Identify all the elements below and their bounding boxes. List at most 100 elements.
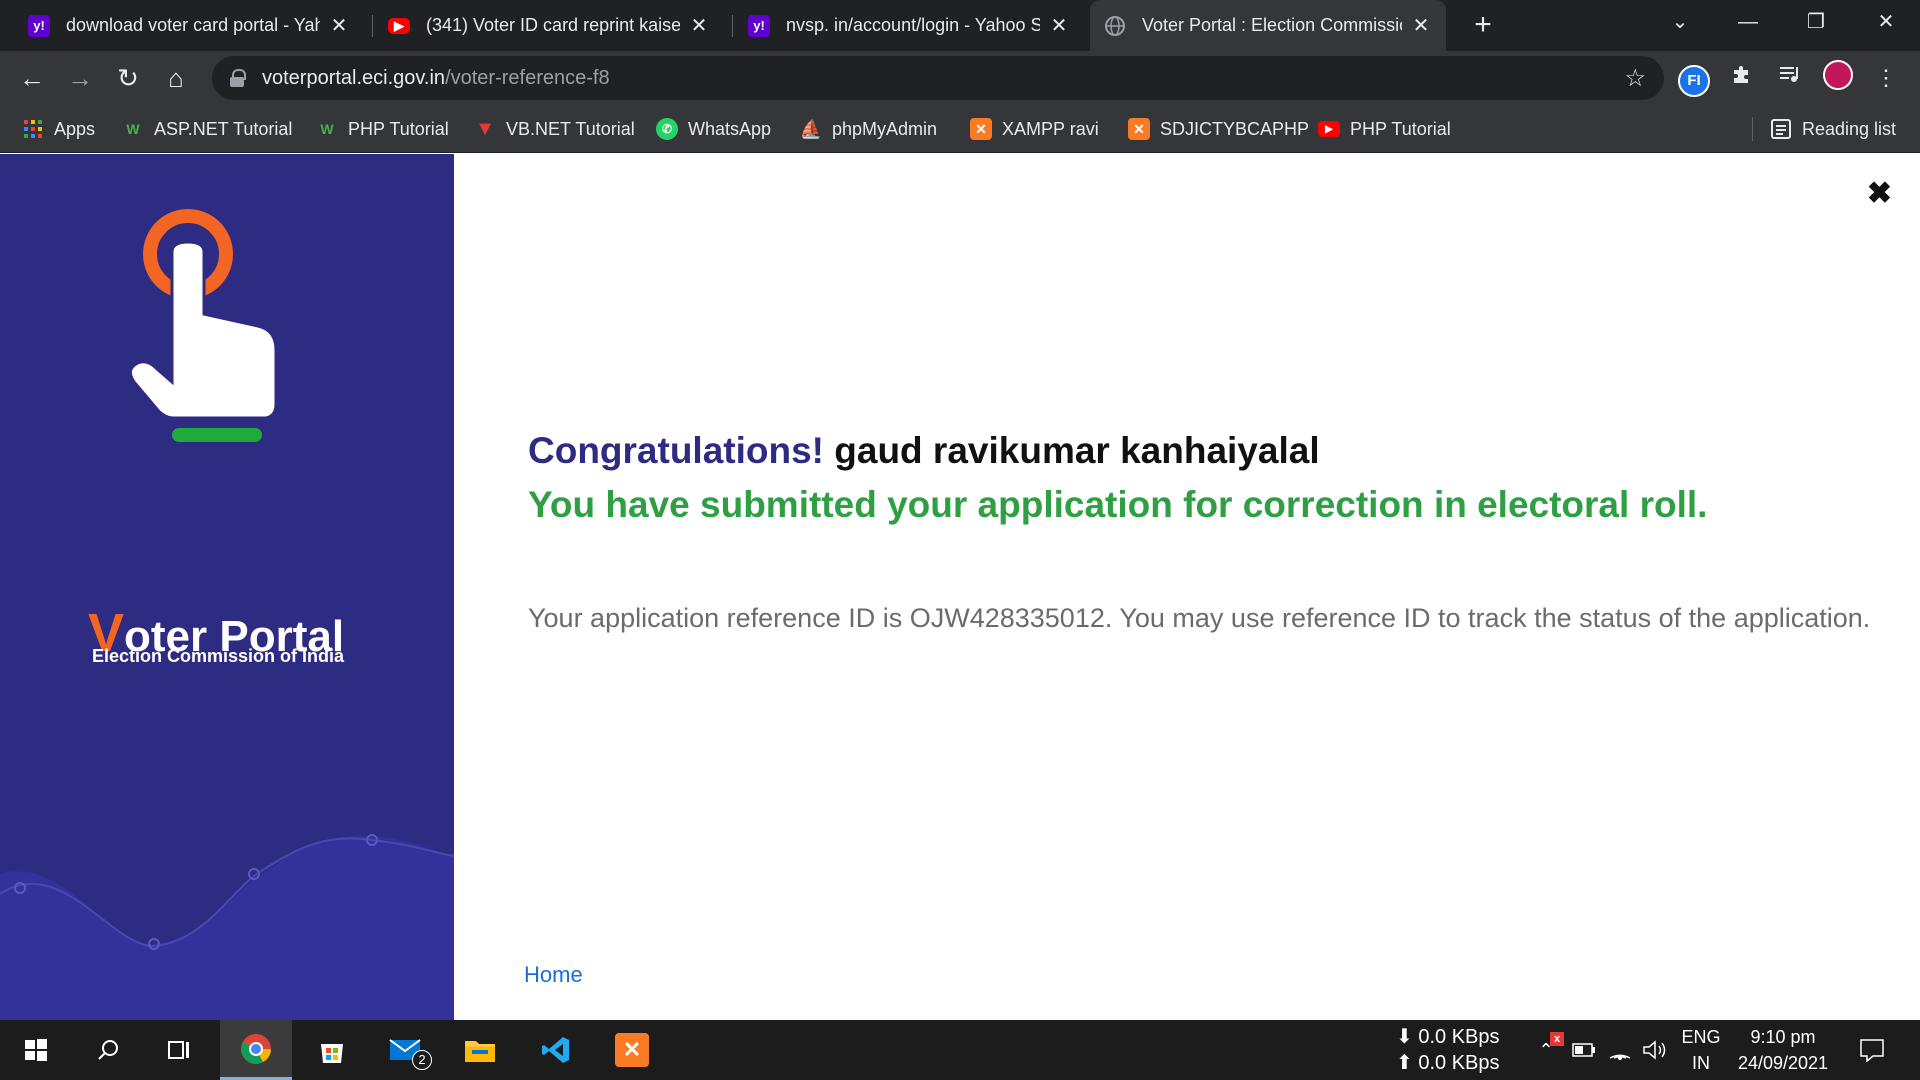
extensions-puzzle-icon[interactable]: [1724, 60, 1760, 96]
network-speed: ⬇ 0.0 KBps ⬆ 0.0 KBps: [1396, 1020, 1512, 1080]
phpmyadmin-icon: ⛵: [799, 118, 823, 139]
store-icon[interactable]: [296, 1020, 368, 1080]
bookmark-phpmyadmin[interactable]: ⛵ phpMyAdmin: [800, 105, 937, 153]
chrome-taskbar-icon[interactable]: [220, 1020, 292, 1080]
bookmark-apps[interactable]: Apps: [22, 105, 95, 153]
congrats-heading: Congratulations! gaud ravikumar kanhaiya…: [528, 430, 1320, 472]
reading-list-icon: [1770, 118, 1792, 140]
forward-arrow-icon[interactable]: →: [62, 60, 98, 96]
lock-icon[interactable]: [230, 69, 246, 87]
net-up-value: 0.0 KBps: [1418, 1052, 1500, 1074]
xampp-tray-alert-icon[interactable]: x: [1550, 1020, 1570, 1080]
profile-badge: FI: [1678, 65, 1710, 97]
search-icon[interactable]: [72, 1020, 144, 1080]
xampp-icon: ✕: [1128, 118, 1150, 140]
congrats-label: Congratulations!: [528, 430, 824, 471]
tab-nvsp-login[interactable]: y! nvsp. in/account/login - Yahoo Search…: [734, 0, 1084, 51]
restore-button[interactable]: ❐: [1786, 0, 1846, 44]
bookmark-label: SDJICTYBCAPHP: [1160, 118, 1310, 139]
browser-tab-strip: y! download voter card portal - Yahoo Se…: [0, 0, 1920, 51]
youtube-icon: ▶: [388, 17, 410, 34]
reload-icon[interactable]: ↻: [110, 60, 146, 96]
bookmark-label: PHP Tutorial: [1350, 118, 1451, 139]
vbnet-icon: ▼: [475, 117, 495, 140]
reading-list-label: Reading list: [1802, 118, 1897, 139]
bookmark-php-tutorial[interactable]: W PHP Tutorial: [316, 105, 448, 153]
logo-subtitle: Election Commission of India: [92, 646, 345, 666]
xampp-icon: ✕: [970, 118, 992, 140]
vscode-icon[interactable]: [520, 1020, 592, 1080]
tab-title: nvsp. in/account/login - Yahoo Search: [786, 15, 1040, 35]
bookmark-xampp-ravi[interactable]: ✕ XAMPP ravi: [970, 105, 1099, 153]
sidebar-artwork: [0, 209, 454, 1020]
close-icon[interactable]: ✖: [1867, 176, 1892, 211]
confirmation-panel: ✖ Congratulations! gaud ravikumar kanhai…: [454, 154, 1920, 1020]
tab-divider: [732, 15, 733, 37]
language-indicator[interactable]: ENG IN: [1678, 1020, 1724, 1080]
home-icon[interactable]: ⌂: [158, 60, 194, 96]
file-explorer-icon[interactable]: [444, 1020, 516, 1080]
bookmark-label: VB.NET Tutorial: [506, 118, 635, 139]
extension-fi-icon[interactable]: FI: [1676, 60, 1712, 97]
bookmark-php-tutorial-youtube[interactable]: ▶ PHP Tutorial: [1318, 105, 1451, 153]
lang-code: ENG: [1681, 1027, 1721, 1047]
profile-avatar-icon[interactable]: [1820, 60, 1856, 96]
tab-search-icon[interactable]: ⌄: [1650, 0, 1710, 44]
bookmark-star-icon[interactable]: ☆: [1624, 64, 1646, 93]
bookmark-label: WhatsApp: [688, 118, 772, 139]
volume-icon[interactable]: [1640, 1020, 1670, 1080]
globe-icon: [1104, 15, 1126, 37]
clock-time: 9:10 pm: [1750, 1027, 1816, 1047]
tab-title: download voter card portal - Yahoo Searc…: [66, 15, 320, 35]
home-link[interactable]: Home: [524, 962, 583, 988]
back-arrow-icon[interactable]: ←: [14, 60, 50, 96]
mail-icon[interactable]: 2: [370, 1020, 442, 1080]
close-window-button[interactable]: ✕: [1856, 0, 1916, 44]
close-tab-icon[interactable]: ✕: [1048, 13, 1070, 38]
reference-id-text: Your application reference ID is OJW4283…: [528, 603, 1871, 633]
tab-yahoo-search-voter-card[interactable]: y! download voter card portal - Yahoo Se…: [14, 0, 364, 51]
net-down-speed: ⬇ 0.0 KBps: [1396, 1026, 1500, 1048]
wifi-icon[interactable]: [1606, 1020, 1634, 1080]
minimize-button[interactable]: —: [1718, 0, 1778, 44]
submission-message: You have submitted your application for …: [528, 484, 1708, 525]
bookmark-aspnet-tutorial[interactable]: W ASP.NET Tutorial: [122, 105, 292, 153]
logo-green-bar: [172, 428, 262, 442]
tab-divider: [372, 15, 373, 37]
w3schools-icon: W: [126, 121, 140, 137]
task-view-icon[interactable]: [144, 1020, 216, 1080]
background-wave: [0, 835, 454, 1020]
close-tab-icon[interactable]: ✕: [1410, 13, 1432, 38]
tab-title: (341) Voter ID card reprint kaise kare: [426, 15, 680, 35]
xampp-taskbar-icon[interactable]: ✕: [596, 1020, 668, 1080]
bookmark-whatsapp[interactable]: ✆ WhatsApp: [656, 105, 771, 153]
bookmark-label: ASP.NET Tutorial: [154, 118, 293, 139]
tab-youtube-voter-id[interactable]: ▶ (341) Voter ID card reprint kaise kare…: [374, 0, 724, 51]
bookmark-sdjictybcaphp[interactable]: ✕ SDJICTYBCAPHP: [1128, 105, 1309, 153]
w3schools-icon: W: [320, 121, 334, 137]
media-control-icon[interactable]: [1772, 60, 1808, 96]
youtube-icon: ▶: [1318, 121, 1340, 137]
battery-icon[interactable]: [1570, 1020, 1598, 1080]
clock[interactable]: 9:10 pm 24/09/2021: [1728, 1020, 1838, 1080]
region-code: IN: [1692, 1053, 1710, 1073]
new-tab-button[interactable]: +: [1466, 8, 1500, 42]
bookmarks-divider: [1752, 117, 1753, 141]
browser-menu-icon[interactable]: ⋮: [1868, 60, 1904, 96]
clock-date: 24/09/2021: [1737, 1053, 1829, 1073]
net-up-speed: ⬆ 0.0 KBps: [1396, 1052, 1500, 1074]
windows-taskbar: 2 ✕ ⬇ 0.0 KBps ⬆ 0.0 KBps ⌃ x ENG IN 9:1…: [0, 1020, 1920, 1080]
reading-list-button[interactable]: Reading list: [1770, 105, 1896, 153]
mail-badge: 2: [412, 1050, 432, 1070]
portal-sidebar: Voter Portal Election Commission of Indi…: [0, 154, 454, 1020]
notification-center-icon[interactable]: [1852, 1020, 1892, 1080]
address-bar[interactable]: voterportal.eci.gov.in/voter-reference-f…: [212, 56, 1664, 100]
bookmark-label: XAMPP ravi: [1002, 118, 1099, 139]
url-host: voterportal.eci.gov.in: [262, 66, 446, 89]
tab-voter-portal[interactable]: Voter Portal : Election Commission of In…: [1090, 0, 1446, 51]
start-windows-icon[interactable]: [0, 1020, 72, 1080]
close-tab-icon[interactable]: ✕: [688, 13, 710, 38]
bookmark-label: phpMyAdmin: [832, 118, 938, 139]
bookmark-vbnet-tutorial[interactable]: ▼ VB.NET Tutorial: [474, 105, 635, 153]
close-tab-icon[interactable]: ✕: [328, 13, 350, 38]
